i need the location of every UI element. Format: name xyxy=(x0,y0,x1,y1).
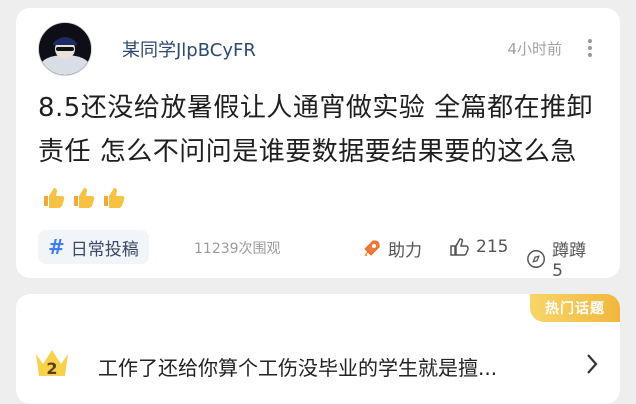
hash-icon: # xyxy=(48,235,65,259)
squat-label: 蹲蹲 5 xyxy=(552,241,587,281)
chevron-right-icon[interactable] xyxy=(584,352,600,380)
boost-button[interactable]: 助力 xyxy=(360,236,422,261)
compass-icon xyxy=(527,249,545,268)
hot-topic-title[interactable]: 工作了还给你算个工伤没毕业的学生就是擅... xyxy=(98,352,497,381)
rank-number: 2 xyxy=(46,359,57,378)
tag-label: 日常投稿 xyxy=(70,239,139,260)
view-count: 11239次围观 xyxy=(194,241,281,257)
more-icon[interactable] xyxy=(580,38,600,58)
boost-label: 助力 xyxy=(388,241,422,261)
post-text: 8.5还没给放暑假让人通宵做实验 全篇都在推卸责任 怎么不问问是谁要数据要结果要… xyxy=(38,93,594,167)
avatar[interactable] xyxy=(38,22,92,76)
post-header: 某同学JlpBCyFR 4小时前 xyxy=(38,18,600,78)
thumbs-up-icon xyxy=(40,175,130,219)
rank-crown-icon: 2 xyxy=(34,346,70,380)
hot-topic-badge: 热门话题 xyxy=(530,294,620,322)
tag-daily-post[interactable]: # 日常投稿 xyxy=(38,230,149,264)
post-footer: # 日常投稿 11239次围观 助力 215 蹲蹲 5 xyxy=(38,230,598,281)
post-content: 8.5还没给放暑假让人通宵做实验 全篇都在推卸责任 怎么不问问是谁要数据要结果要… xyxy=(38,86,608,219)
squat-button[interactable]: 蹲蹲 5 xyxy=(526,236,598,281)
username[interactable]: 某同学JlpBCyFR xyxy=(122,36,256,62)
avatar-graphic xyxy=(39,23,91,75)
hot-topic-card[interactable]: 热门话题 2 工作了还给你算个工伤没毕业的学生就是擅... xyxy=(16,294,620,404)
like-button[interactable]: 215 xyxy=(448,236,508,258)
post-time: 4小时前 xyxy=(507,40,562,58)
rocket-icon xyxy=(364,239,380,256)
post-card: 某同学JlpBCyFR 4小时前 8.5还没给放暑假让人通宵做实验 全篇都在推卸… xyxy=(16,8,620,281)
like-count: 215 xyxy=(476,237,509,257)
thumbs-up-outline-icon xyxy=(450,238,469,256)
